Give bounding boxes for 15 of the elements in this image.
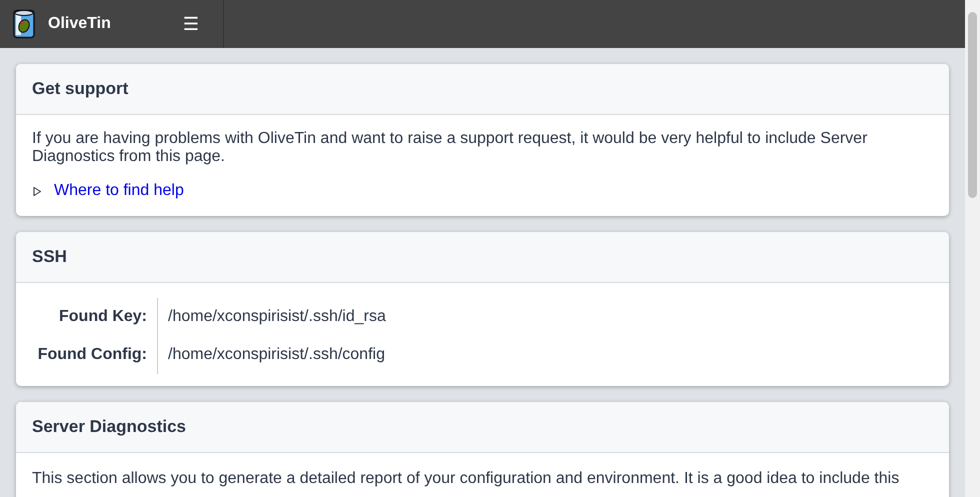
section-title: Server Diagnostics	[32, 417, 186, 437]
field-label: Found Config:	[32, 336, 158, 374]
disclosure-triangle-icon[interactable]	[33, 186, 41, 196]
section-title: SSH	[32, 247, 67, 267]
field-value: /home/xconspirisist/.ssh/config	[158, 336, 396, 374]
field-value: /home/xconspirisist/.ssh/id_rsa	[158, 298, 396, 336]
diagnostics-text: This section allows you to generate a detailed report of your configuration and environment. It is a good idea to include this	[32, 470, 900, 488]
tin-can-icon	[13, 9, 35, 39]
field-label: Found Key:	[32, 298, 158, 336]
support-text: If you are having problems with OliveTin and want to raise a support request, it would be very helpful to include Server Diagnostics from this page.	[32, 130, 868, 166]
scrollbar[interactable]	[965, 0, 980, 497]
section-title: Get support	[32, 79, 128, 99]
app-title: OliveTin	[48, 15, 111, 33]
help-link[interactable]: Where to find help	[54, 182, 184, 200]
menu-button[interactable]: ☰	[182, 14, 199, 34]
